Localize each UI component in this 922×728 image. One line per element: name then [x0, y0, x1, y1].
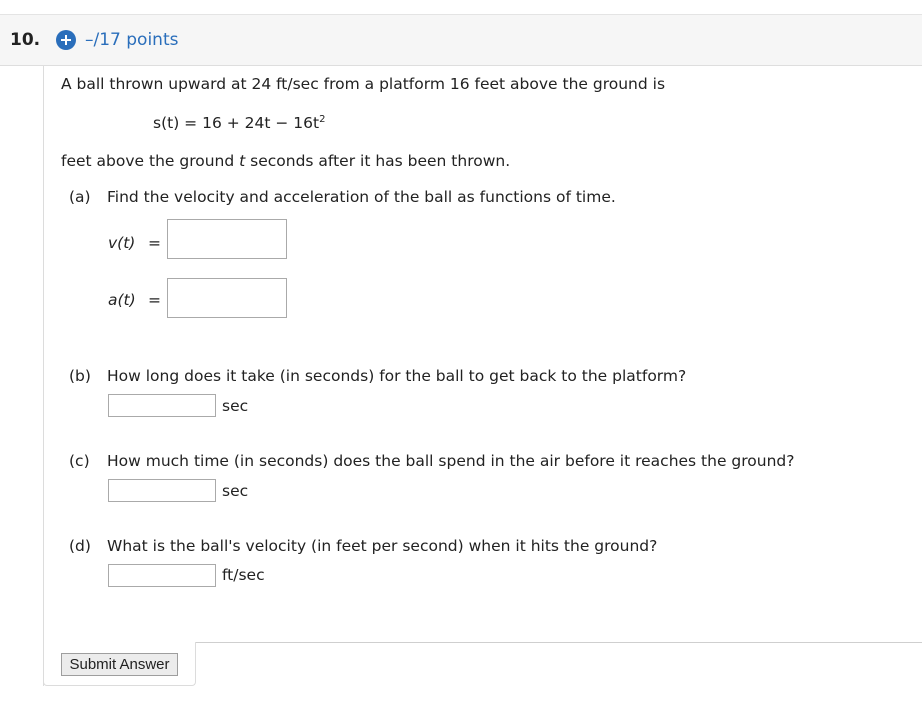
problem-continuation: feet above the ground t seconds after it… [61, 152, 510, 170]
points-label: –/17 points [85, 30, 179, 50]
part-d-unit: ft/sec [222, 566, 265, 584]
position-equation: s(t) = 16 + 24t − 16t2 [153, 114, 325, 132]
part-c-prompt: How much time (in seconds) does the ball… [107, 452, 795, 470]
part-b-unit: sec [222, 397, 249, 415]
part-b-label: (b) [69, 367, 91, 385]
acceleration-label: a(t) [108, 291, 136, 309]
equation-text: s(t) = 16 + 24t − 16t [153, 114, 320, 132]
part-b-prompt: How long does it take (in seconds) for t… [107, 367, 687, 385]
submit-answer-button[interactable]: Submit Answer [61, 653, 178, 676]
velocity-label-text: v(t) [108, 234, 136, 252]
part-d-input[interactable] [108, 564, 216, 587]
part-d-label: (d) [69, 537, 91, 555]
question-header: 10. –/17 points [0, 15, 922, 66]
acceleration-input[interactable] [167, 278, 287, 318]
footer-divider [196, 642, 922, 643]
acceleration-label-text: a(t) [108, 291, 136, 309]
continuation-text-1: feet above the ground [61, 152, 240, 170]
velocity-equals: = [148, 234, 161, 252]
acceleration-equals: = [148, 291, 161, 309]
part-b-input[interactable] [108, 394, 216, 417]
part-c-unit: sec [222, 482, 249, 500]
part-c-input[interactable] [108, 479, 216, 502]
continuation-text-2: seconds after it has been thrown. [245, 152, 511, 170]
expand-plus-icon[interactable] [56, 30, 76, 50]
part-a-label: (a) [69, 188, 91, 206]
part-c-label: (c) [69, 452, 90, 470]
equation-exponent: 2 [319, 113, 326, 125]
velocity-label: v(t) [108, 234, 135, 252]
part-a-prompt: Find the velocity and acceleration of th… [107, 188, 616, 206]
part-d-prompt: What is the ball's velocity (in feet per… [107, 537, 658, 555]
question-number: 10. [10, 30, 41, 50]
velocity-input[interactable] [167, 219, 287, 259]
problem-intro: A ball thrown upward at 24 ft/sec from a… [61, 75, 666, 93]
